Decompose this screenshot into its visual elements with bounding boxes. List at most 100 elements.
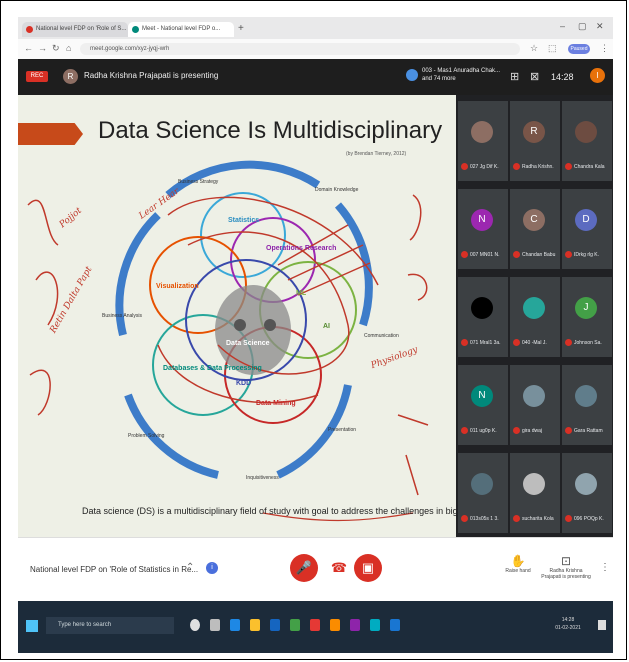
app-icon[interactable]	[350, 619, 360, 631]
participant-name: 040 -Mal J.	[522, 340, 547, 346]
store-icon[interactable]	[270, 619, 280, 631]
app-icon[interactable]	[330, 619, 340, 631]
participant-tile[interactable]: sucharita Kola	[510, 453, 560, 533]
participant-tile[interactable]: 013s05s 1 3.	[458, 453, 508, 533]
participant-tile[interactable]: C Chandan Babu	[510, 189, 560, 269]
more-options-icon[interactable]: ⋮	[600, 562, 610, 573]
label-presentation: Presentation	[328, 427, 357, 433]
forward-icon[interactable]: →	[38, 43, 47, 53]
participant-name-row: 096 POQp K.	[565, 515, 611, 524]
participant-tile[interactable]: 040 -Mal J.	[510, 277, 560, 357]
layout-icon[interactable]: ⊞	[510, 70, 519, 83]
app-icon[interactable]	[310, 619, 320, 631]
participant-name-row: gira dwaj	[513, 427, 559, 436]
tray-date: 01-02-2021	[555, 625, 581, 631]
presenting-status: Radha Krishna Prajapati is presenting	[84, 71, 219, 80]
participant-avatar	[523, 297, 545, 319]
participant-tile[interactable]: N 011 ug0p K.	[458, 365, 508, 445]
participant-name: 071 Mral1 3a.	[470, 340, 501, 346]
browser-tab-bar: National level FDP on 'Role of S... Meet…	[18, 17, 613, 39]
participant-name: sucharita Kola	[522, 516, 554, 522]
participant-tile[interactable]: Gara Rattam	[562, 365, 612, 445]
mic-muted-icon	[513, 515, 520, 523]
star-icon[interactable]: ☆	[530, 43, 538, 54]
mic-muted-icon	[513, 427, 520, 435]
mic-muted-icon	[461, 339, 468, 347]
extension-icon[interactable]: ⬚	[548, 43, 557, 54]
explorer-icon[interactable]	[250, 619, 260, 631]
participant-name: Radha Krishn.	[522, 164, 554, 170]
participant-tile[interactable]: D IDrkg rlg K.	[562, 189, 612, 269]
participant-name-row: Chandra Kala	[565, 163, 611, 172]
label-kdd: KDD	[236, 380, 252, 387]
maximize-icon[interactable]: ▢	[578, 21, 587, 32]
participant-tile[interactable]: Chandra Kala	[562, 101, 612, 181]
label-ai: AI	[323, 323, 330, 330]
label-inquisitiveness: Inquisitiveness	[246, 475, 279, 481]
label-statistics: Statistics	[228, 217, 260, 224]
meeting-title[interactable]: National level FDP on 'Role of Statistic…	[30, 565, 198, 574]
cortana-icon[interactable]	[190, 619, 200, 631]
hand-icon: ✋	[510, 554, 526, 568]
core-ring-icon	[234, 319, 246, 331]
raise-hand-label: Raise hand	[505, 568, 531, 574]
label-business-analysis: Business Analysis	[102, 313, 143, 319]
participant-tile[interactable]: J Johnson Sa.	[562, 277, 612, 357]
new-tab-button[interactable]: +	[238, 23, 244, 34]
minimize-icon[interactable]: –	[560, 21, 565, 31]
notification-icon[interactable]	[598, 620, 606, 630]
windows-start-icon[interactable]	[26, 620, 38, 632]
app-icon[interactable]	[370, 619, 380, 631]
participant-name: Johnson Sa.	[574, 340, 602, 346]
info-icon[interactable]: i	[206, 562, 218, 574]
participant-tile[interactable]: R Radha Krishn.	[510, 101, 560, 181]
ink-left-margin	[27, 199, 59, 416]
tab-label: National level FDP on 'Role of S...	[36, 26, 127, 32]
raise-hand-button[interactable]: ✋ Raise hand	[498, 554, 538, 574]
participant-name-row: sucharita Kola	[513, 515, 559, 524]
participant-name-row: IDrkg rlg K.	[565, 251, 611, 260]
mic-muted-icon	[461, 515, 468, 523]
back-icon[interactable]: ←	[24, 43, 33, 53]
presenter-avatar: R	[63, 69, 78, 84]
presentation-button[interactable]: ⊡ Radha Krishna Prajapati is presenting	[541, 554, 591, 580]
user-avatar[interactable]: I	[590, 68, 605, 83]
participant-tile[interactable]: 071 Mral1 3a.	[458, 277, 508, 357]
browser-menu-icon[interactable]: ⋮	[600, 43, 609, 54]
label-data-science: Data Science	[226, 340, 270, 347]
participant-name: 096 POQp K.	[574, 516, 604, 522]
participant-avatar	[575, 121, 597, 143]
leave-call-button[interactable]: ☎	[325, 554, 353, 582]
chevron-up-icon[interactable]: ⌃	[186, 562, 194, 573]
reload-icon[interactable]: ↻	[52, 43, 60, 54]
browser-tab-fdp[interactable]: National level FDP on 'Role of S...	[22, 22, 128, 37]
task-view-icon[interactable]	[210, 619, 220, 631]
venn-diagram	[27, 160, 429, 522]
browser-tab-meet[interactable]: Meet - National level FDP o...	[128, 22, 234, 37]
app-icon[interactable]	[390, 619, 400, 631]
participant-tile[interactable]: gira dwaj	[510, 365, 560, 445]
participant-tile[interactable]: N 007 MN01 N.	[458, 189, 508, 269]
presentation-slide: Data Science Is Multidisciplinary (by Br…	[18, 95, 456, 537]
home-icon[interactable]: ⌂	[66, 43, 71, 53]
camera-off-button[interactable]: ▣	[354, 554, 382, 582]
close-icon[interactable]: ✕	[596, 21, 604, 32]
participant-avatar	[575, 385, 597, 407]
windows-taskbar: Type here to search 14:28 01-02-2021	[18, 601, 613, 653]
presentation-label: Radha Krishna Prajapati is presenting	[541, 568, 591, 580]
participant-tile[interactable]: 096 POQp K.	[562, 453, 612, 533]
participant-tile[interactable]: 027 Jg Dif K.	[458, 101, 508, 181]
chrome-icon[interactable]	[290, 619, 300, 631]
participants-summary[interactable]: 003 - Mas1 Anuradha Chak... and 74 more	[422, 67, 502, 83]
participant-avatar: R	[523, 121, 545, 143]
system-clock[interactable]: 14:28 01-02-2021	[548, 616, 588, 632]
pin-icon[interactable]: ⊠	[530, 70, 539, 83]
mic-muted-icon	[565, 339, 572, 347]
taskbar-search[interactable]: Type here to search	[46, 617, 174, 634]
label-operations-research: Operations Research	[266, 245, 337, 252]
profile-button[interactable]: Paused	[568, 44, 590, 54]
edge-icon[interactable]	[230, 619, 240, 631]
mic-off-button[interactable]: 🎤	[290, 554, 318, 582]
data-science-core	[215, 285, 291, 375]
url-input[interactable]: meet.google.com/xyz-jyqj-wrh	[80, 43, 520, 55]
